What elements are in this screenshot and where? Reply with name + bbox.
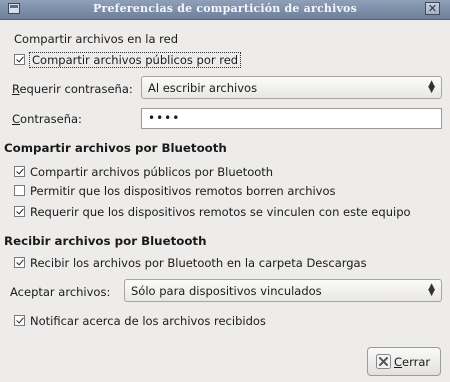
require-password-combo[interactable]: Al escribir archivos ▲ ▼ [141, 76, 442, 99]
notify-received-checkbox[interactable]: Notificar acerca de los archivos recibid… [14, 314, 266, 328]
require-password-value: Al escribir archivos [148, 81, 258, 95]
share-public-network-checkbox[interactable]: Compartir archivos públicos por red [14, 52, 242, 68]
checkbox-checked[interactable] [14, 206, 25, 217]
require-password-label: Requerir contraseña: [12, 82, 133, 96]
receive-downloads-checkbox[interactable]: Recibir los archivos por Bluetooth en la… [14, 256, 367, 270]
receive-downloads-label: Recibir los archivos por Bluetooth en la… [30, 256, 367, 270]
password-field[interactable]: •••• [141, 108, 442, 129]
require-pairing-checkbox[interactable]: Requerir que los dispositivos remotos se… [14, 205, 411, 219]
checkbox-checked[interactable] [14, 166, 25, 177]
bluetooth-receive-section-title: Recibir archivos por Bluetooth [4, 234, 207, 248]
accept-files-value: Sólo para dispositivos vinculados [131, 284, 322, 298]
network-section-title: Compartir archivos en la red [14, 32, 179, 46]
allow-remote-delete-label: Permitir que los dispositivos remotos bo… [30, 184, 336, 198]
checkbox-unchecked[interactable] [14, 185, 25, 196]
checkbox-checked[interactable] [14, 54, 25, 65]
checkbox-checked[interactable] [14, 257, 25, 268]
updown-arrows-icon: ▲ ▼ [428, 282, 435, 298]
require-pairing-label: Requerir que los dispositivos remotos se… [30, 205, 411, 219]
checkbox-checked[interactable] [14, 315, 25, 326]
notify-received-label: Notificar acerca de los archivos recibid… [30, 314, 266, 328]
cancel-x-icon [376, 354, 391, 369]
close-button[interactable]: Cerrar [367, 347, 441, 376]
share-public-bluetooth-label: Compartir archivos públicos por Bluetoot… [30, 165, 274, 179]
share-public-bluetooth-checkbox[interactable]: Compartir archivos públicos por Bluetoot… [14, 165, 273, 179]
password-label: Contraseña: [12, 112, 82, 126]
title-bar[interactable]: Preferencias de compartición de archivos… [0, 0, 450, 20]
accept-files-combo[interactable]: Sólo para dispositivos vinculados ▲ ▼ [124, 279, 442, 302]
close-icon[interactable]: ✕ [425, 2, 440, 15]
window-title: Preferencias de compartición de archivos [93, 2, 357, 15]
allow-remote-delete-checkbox[interactable]: Permitir que los dispositivos remotos bo… [14, 184, 336, 198]
close-button-label: Cerrar [394, 355, 431, 369]
password-value: •••• [148, 111, 181, 125]
bluetooth-share-section-title: Compartir archivos por Bluetooth [4, 141, 227, 155]
accept-files-label: Aceptar archivos: [10, 285, 111, 299]
updown-arrows-icon: ▲ ▼ [428, 79, 435, 95]
share-public-network-label: Compartir archivos públicos por red [28, 52, 242, 68]
